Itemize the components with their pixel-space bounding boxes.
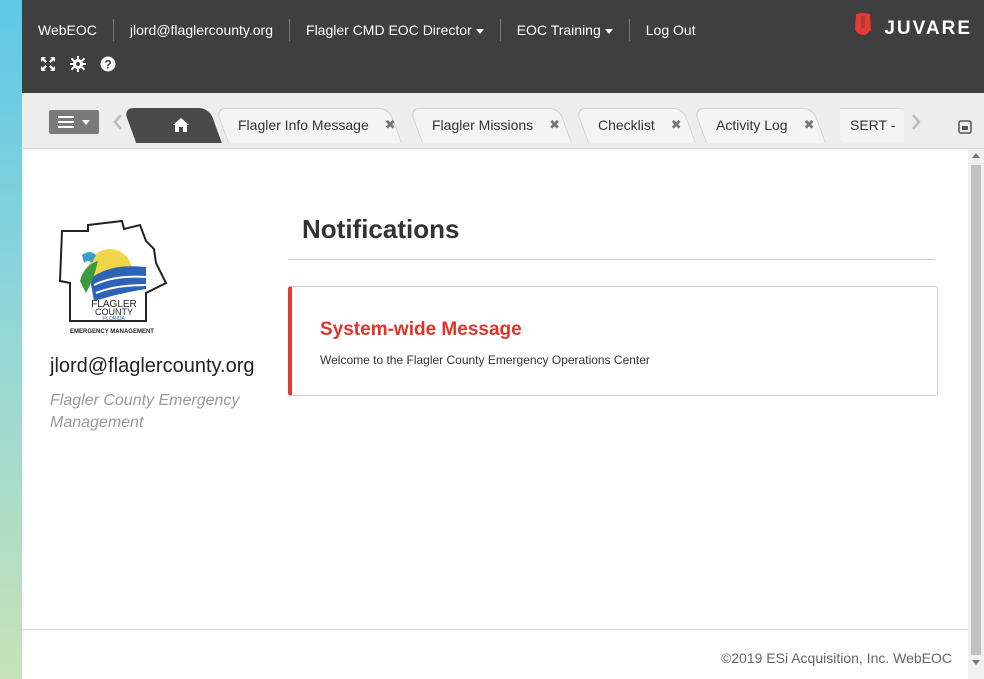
page-title: Notifications — [302, 214, 460, 244]
hamburger-icon — [58, 116, 74, 128]
tab-label: SERT - — [850, 117, 896, 133]
tab-content: SERT - — [840, 117, 895, 133]
caret-down-icon — [475, 28, 484, 34]
title-divider — [288, 259, 935, 260]
organization-name: Flagler County Emergency Management — [50, 392, 240, 431]
close-icon[interactable]: ✖ — [804, 117, 815, 133]
caret-down-icon — [82, 119, 90, 125]
scroll-down-icon[interactable] — [972, 660, 980, 665]
tab-flagler-info-message[interactable]: Flagler Info Message ✖ — [215, 108, 414, 143]
nav-user-email[interactable]: jlord@flaglercounty.org — [114, 22, 289, 38]
county-seal-icon: FLAGLER COUNTY FLORIDA EMERGENCY MANAGEM… — [58, 219, 168, 335]
nav-incident-label: EOC Training — [516, 22, 601, 38]
juvare-logo-icon — [852, 12, 874, 45]
tabs-scroll-left-button[interactable] — [110, 112, 126, 132]
caret-down-icon — [604, 28, 613, 34]
scroll-up-icon[interactable] — [972, 153, 980, 158]
scroll-thumb[interactable] — [971, 165, 981, 655]
nav-logout[interactable]: Log Out — [630, 22, 712, 38]
tab-content: Flagler Missions ✖ — [422, 117, 560, 133]
copyright-text: ©2019 ESi Acquisition, Inc. WebEOC — [720, 650, 952, 666]
close-icon[interactable]: ✖ — [671, 117, 682, 133]
tab-label: Flagler Missions — [432, 117, 534, 133]
juvare-brand: JUVARE — [852, 12, 972, 45]
nav-webeoc[interactable]: WebEOC — [22, 22, 113, 38]
tab-content: Activity Log ✖ — [706, 117, 815, 133]
notification-card: System-wide Message Welcome to the Flagl… — [288, 286, 938, 396]
gear-icon[interactable] — [70, 56, 86, 72]
fullscreen-icon[interactable] — [40, 56, 56, 72]
nav-incident-dropdown[interactable]: EOC Training — [501, 22, 629, 38]
brand-name: JUVARE — [884, 17, 972, 39]
nav-position-label: Flagler CMD EOC Director — [306, 22, 472, 38]
tab-menu-button[interactable] — [49, 110, 99, 134]
tab-bar: Flagler Info Message ✖ Flagler Missions ✖ … — [22, 93, 984, 149]
restore-window-button[interactable] — [958, 120, 972, 134]
home-icon — [173, 118, 189, 132]
help-icon[interactable]: ? — [100, 56, 116, 72]
chevron-left-icon — [113, 114, 122, 130]
close-icon[interactable]: ✖ — [549, 117, 560, 133]
browser-window: WebEOC jlord@flaglercounty.org Flagler C… — [22, 0, 984, 679]
tab-sert[interactable]: SERT - — [840, 108, 904, 142]
user-email: jlord@flaglercounty.org — [50, 355, 255, 377]
top-nav: WebEOC jlord@flaglercounty.org Flagler C… — [22, 17, 712, 43]
top-bar: WebEOC jlord@flaglercounty.org Flagler C… — [22, 0, 984, 93]
tab-label: Flagler Info Message — [238, 117, 369, 133]
chevron-right-icon — [912, 114, 921, 130]
nav-position-dropdown[interactable]: Flagler CMD EOC Director — [290, 22, 500, 38]
logo-caption: EMERGENCY MANAGEMENT — [70, 329, 154, 335]
footer: ©2019 ESi Acquisition, Inc. WebEOC — [22, 629, 968, 679]
tab-activity-log[interactable]: Activity Log ✖ — [693, 108, 836, 143]
flagler-county-logo: FLAGLER COUNTY FLORIDA EMERGENCY MANAGEM… — [50, 219, 170, 339]
notification-body: Welcome to the Flagler County Emergency … — [320, 353, 650, 367]
window-restore-icon — [958, 120, 972, 134]
vertical-scrollbar[interactable] — [968, 149, 984, 679]
logo-text-florida: FLORIDA — [103, 316, 125, 322]
tab-label: Activity Log — [716, 117, 788, 133]
tab-checklist[interactable]: Checklist ✖ — [575, 108, 706, 143]
main-content: FLAGLER COUNTY FLORIDA EMERGENCY MANAGEM… — [22, 149, 968, 629]
tabs-scroll-right-button[interactable] — [908, 112, 924, 132]
notification-title: System-wide Message — [320, 319, 522, 340]
tab-label: Checklist — [598, 117, 655, 133]
tab-content: Flagler Info Message ✖ — [228, 117, 396, 133]
toolbar-icons: ? — [40, 56, 116, 72]
tab-content: Checklist ✖ — [588, 117, 682, 133]
tab-flagler-missions[interactable]: Flagler Missions ✖ — [409, 108, 582, 143]
svg-text:?: ? — [104, 57, 111, 71]
tab-content — [136, 117, 190, 133]
close-icon[interactable]: ✖ — [385, 117, 396, 133]
